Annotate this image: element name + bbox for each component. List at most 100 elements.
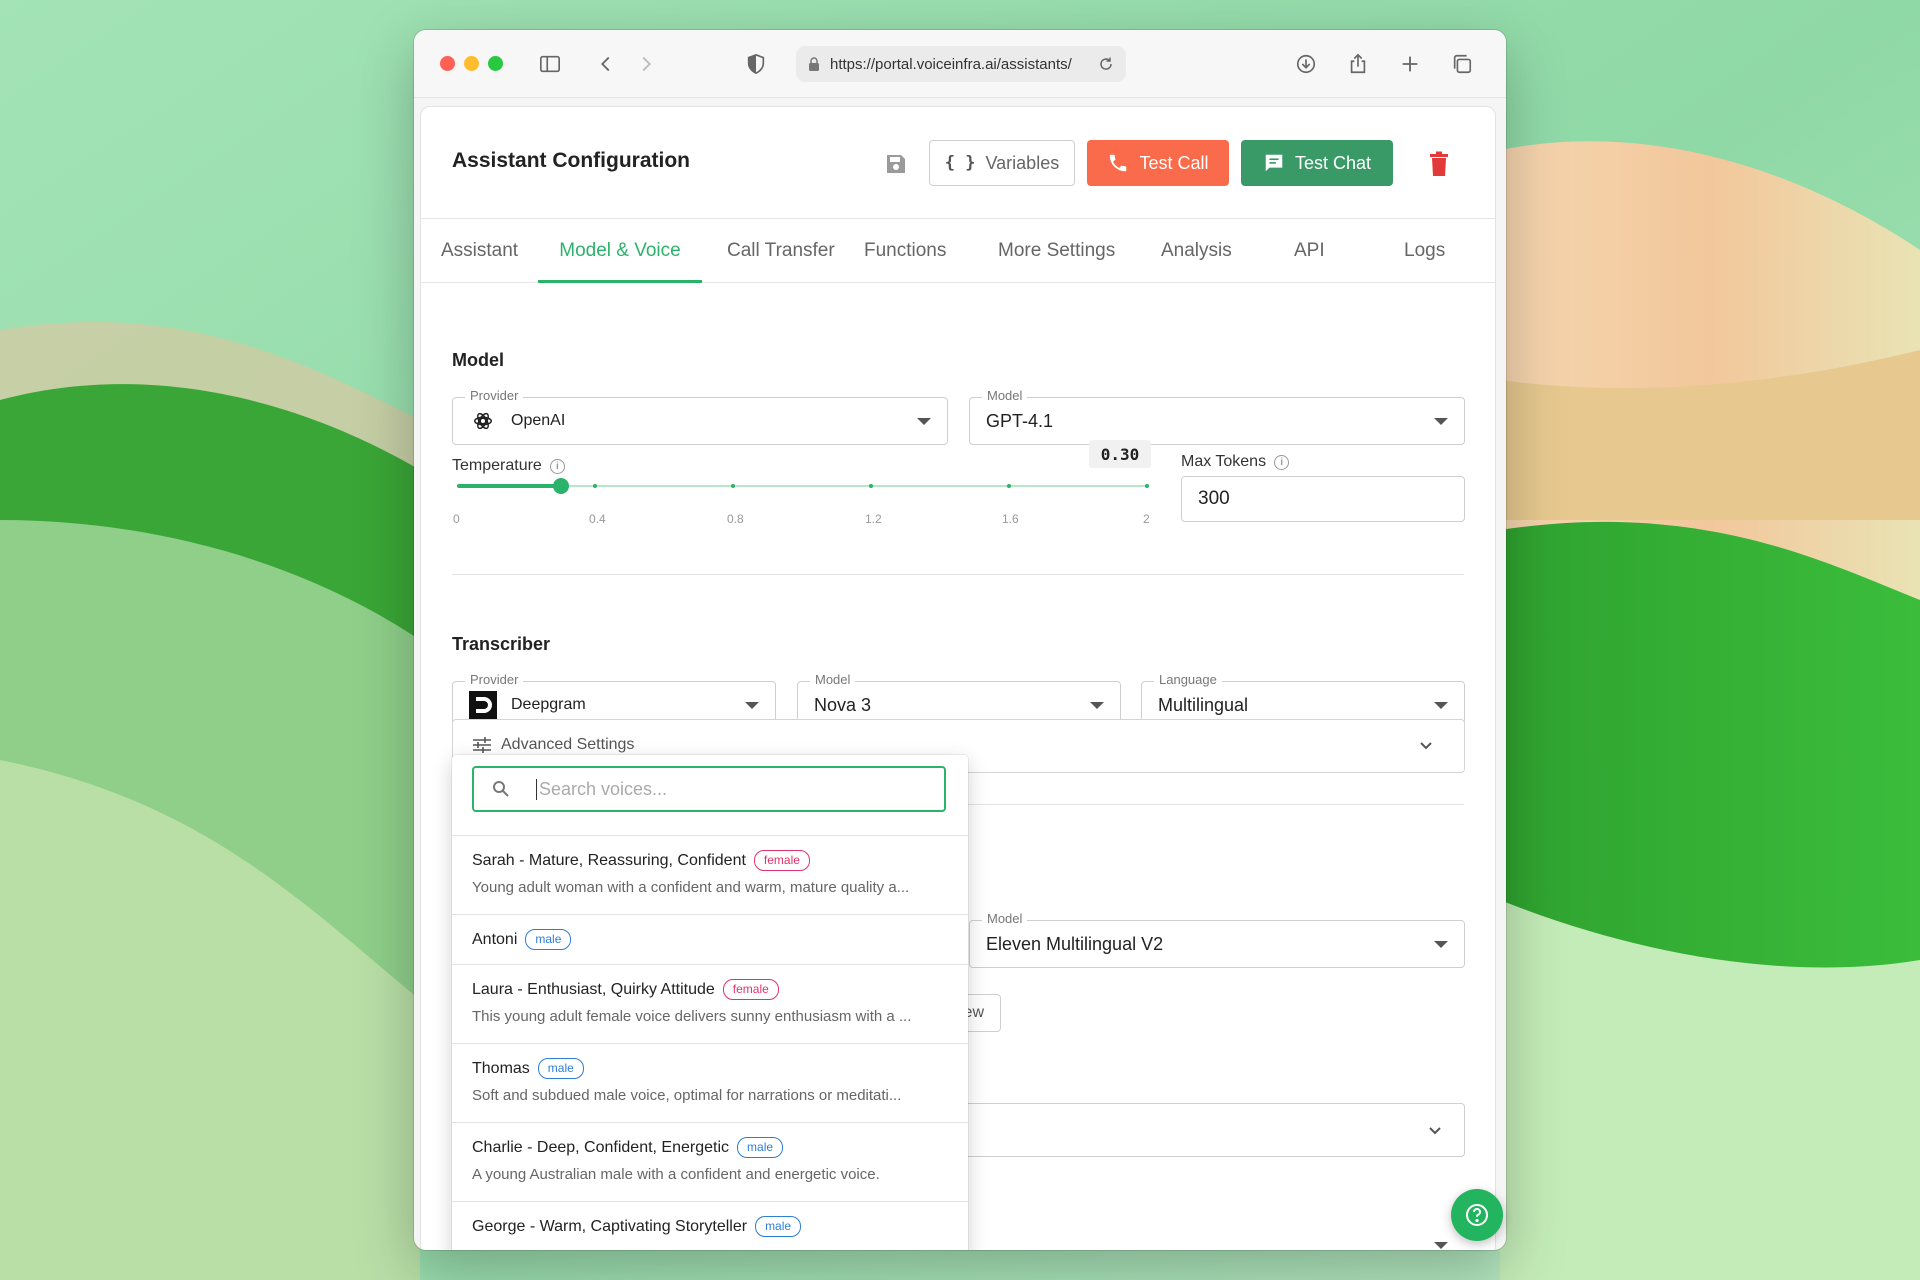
downloads-icon[interactable] [1292,50,1320,78]
close-window-button[interactable] [440,56,455,71]
voice-option[interactable]: Sarah - Mature, Reassuring, Confident fe… [452,835,968,914]
braces-icon: { } [944,153,976,173]
voice-option[interactable]: Antoni male [452,914,968,964]
max-tokens-label: Max Tokens [1181,453,1267,470]
save-icon [887,155,905,173]
voice-description: This young adult female voice delivers s… [472,1008,912,1025]
test-chat-label: Test Chat [1294,152,1372,173]
caret-down-icon [1090,701,1104,709]
caret-down-icon [745,701,759,709]
llm-model-select[interactable]: Model GPT-4.1 [969,388,1465,445]
save-button[interactable] [879,147,913,181]
voice-name: Antoni [472,930,518,948]
tab-bar: Assistant Model & Voice Call Transfer Fu… [421,219,1495,283]
slider-mark [869,484,873,488]
tab-functions[interactable]: Functions [864,219,946,283]
slider-tick: 0.4 [589,512,606,526]
voice-option[interactable]: Laura - Enthusiast, Quirky Attitude fema… [452,964,968,1043]
caret-down-icon [1434,417,1448,425]
tab-analysis[interactable]: Analysis [1161,219,1232,283]
minimize-window-button[interactable] [464,56,479,71]
provider-label: Provider [465,388,524,403]
tab-logs[interactable]: Logs [1404,219,1445,283]
voice-name: Sarah - Mature, Reassuring, Confident [472,851,746,869]
temperature-value: 0.30 [1089,440,1151,468]
partially-hidden-select[interactable] [901,1221,1465,1250]
gender-badge: male [537,1058,584,1079]
voice-name: Laura - Enthusiast, Quirky Attitude [472,980,715,998]
slider-tick: 2 [1143,512,1150,526]
provider-value: OpenAI [511,412,566,429]
voice-description: Soft and subdued male voice, optimal for… [472,1087,902,1104]
gender-badge: male [755,1216,802,1237]
model-value: Nova 3 [814,694,872,715]
gender-badge: female [722,979,779,1000]
model-label: Model [982,911,1028,926]
slider-tick: 0 [453,512,460,526]
test-call-button[interactable]: Test Call [1087,140,1229,186]
voice-name-row: Charlie - Deep, Confident, Energetic mal… [472,1137,948,1158]
tab-more-settings[interactable]: More Settings [998,219,1115,283]
model-provider-select[interactable]: Provider OpenAI [452,388,948,445]
gender-badge: male [525,929,572,950]
voice-name-row: Laura - Enthusiast, Quirky Attitude fema… [472,979,948,1000]
sidebar-toggle-icon[interactable] [536,50,564,78]
reload-icon[interactable] [1098,56,1114,72]
chevron-down-icon [1420,742,1432,750]
test-chat-button[interactable]: Test Chat [1241,140,1393,186]
voice-description: Young adult woman with a confident and w… [472,879,910,896]
collapsed-voice-settings[interactable] [901,1103,1465,1157]
page-title: Assistant Configuration [452,149,691,172]
tab-assistant[interactable]: Assistant [441,219,518,283]
voice-name: Charlie - Deep, Confident, Energetic [472,1138,730,1156]
caret-down-icon [1434,701,1448,709]
voice-name: George - Warm, Captivating Storyteller [472,1217,748,1235]
back-icon[interactable] [592,50,620,78]
voice-search-box[interactable] [472,766,946,812]
voice-option[interactable]: Charlie - Deep, Confident, Energetic mal… [452,1122,968,1201]
deepgram-icon [469,691,497,719]
model-label: Model [810,672,856,687]
slider-mark [731,484,735,488]
browser-window: https://portal.voiceinfra.ai/assistants/… [414,30,1506,1250]
slider-tick: 1.2 [865,512,882,526]
shield-icon[interactable] [742,50,770,78]
info-icon[interactable]: i [1274,454,1290,470]
share-icon[interactable] [1344,50,1372,78]
slider-mark [1007,484,1011,488]
voice-name-row: Antoni male [472,929,948,950]
variables-button[interactable]: { } Variables [929,140,1075,186]
gender-badge: female [753,850,810,871]
slider-mark [1145,484,1149,488]
address-bar[interactable]: https://portal.voiceinfra.ai/assistants/ [796,46,1126,82]
voice-option[interactable]: George - Warm, Captivating Storyteller m… [452,1201,968,1250]
tab-call-transfer[interactable]: Call Transfer [727,219,835,283]
assistant-config-panel: Assistant Configuration { } Variables Te… [420,106,1496,1250]
tab-api[interactable]: API [1294,219,1325,283]
tab-model-voice[interactable]: Model & Voice [538,219,702,283]
caret-down-icon [1434,1241,1448,1249]
openai-icon [469,407,497,435]
help-icon [1466,1204,1488,1226]
voice-model-select[interactable]: Model Eleven Multilingual V2 [969,911,1465,968]
zoom-window-button[interactable] [488,56,503,71]
language-label: Language [1154,672,1222,687]
forward-icon[interactable] [632,50,660,78]
voice-search-input[interactable] [536,778,916,800]
variables-label: Variables [985,152,1060,173]
voice-description: A young Australian male with a confident… [472,1166,880,1183]
max-tokens-input[interactable]: 300 [1181,476,1465,522]
new-tab-icon[interactable] [1396,50,1424,78]
temperature-slider[interactable] [457,478,1149,494]
slider-thumb[interactable] [552,478,569,494]
info-icon[interactable]: i [549,458,565,474]
voice-option[interactable]: Thomas male Soft and subdued male voice,… [452,1043,968,1122]
model-value: Eleven Multilingual V2 [986,933,1164,954]
chat-icon [1265,154,1283,172]
language-value: Multilingual [1158,694,1249,715]
help-button[interactable] [1451,1189,1503,1241]
tab-overview-icon[interactable] [1448,50,1476,78]
voice-name-row: Thomas male [472,1058,948,1079]
delete-button[interactable] [1424,147,1454,181]
voice-search-dropdown: Sarah - Mature, Reassuring, Confident fe… [452,755,968,1250]
